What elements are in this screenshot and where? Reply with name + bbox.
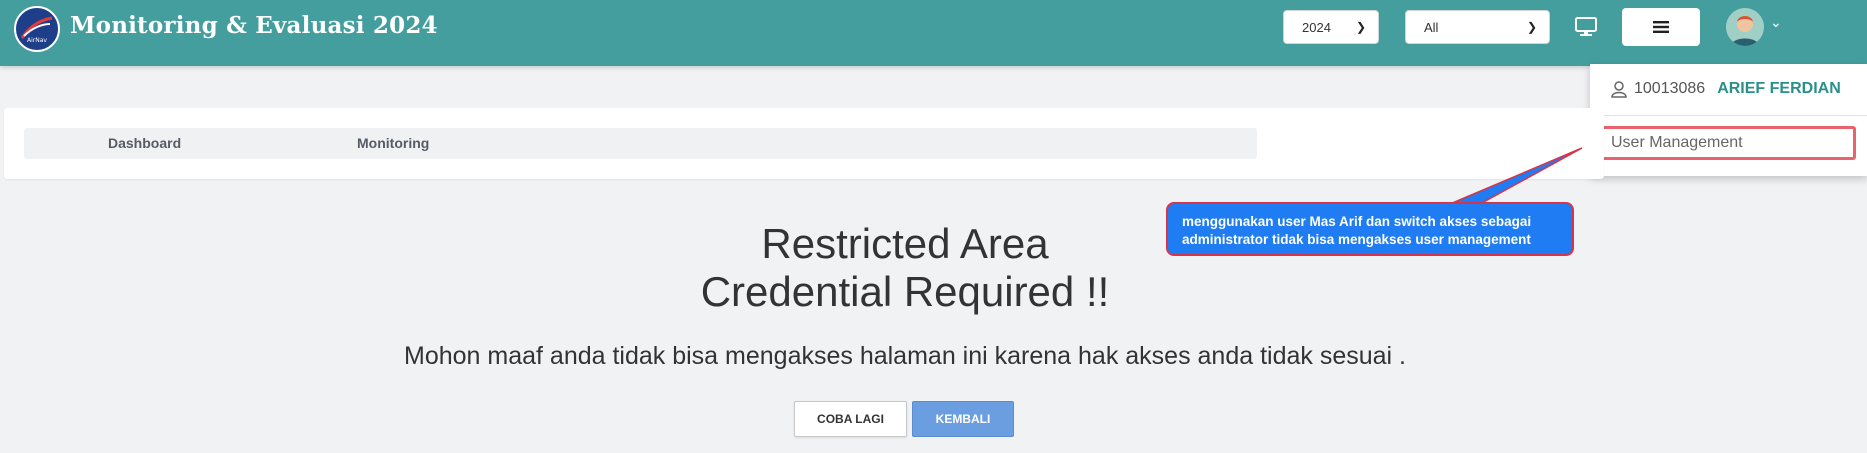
nav-dashboard[interactable]: Dashboard	[108, 135, 181, 151]
app-title: Monitoring & Evaluasi 2024	[70, 12, 438, 39]
restricted-title: Restricted Area	[761, 220, 1049, 267]
user-id: 10013086	[1634, 80, 1706, 97]
top-navbar: AirNav Monitoring & Evaluasi 2024 2024 ❯…	[0, 0, 1867, 66]
svg-text:AirNav: AirNav	[27, 37, 47, 44]
chevron-down-icon[interactable]: ⌄	[1770, 14, 1782, 31]
year-select[interactable]: 2024 ❯	[1283, 10, 1379, 44]
access-denied-message: Mohon maaf anda tidak bisa mengakses hal…	[404, 342, 1406, 370]
user-dropdown: 10013086 ARIEF FERDIAN User Management	[1590, 64, 1867, 176]
back-button[interactable]: KEMBALI	[912, 401, 1014, 437]
logo-icon[interactable]: AirNav	[14, 6, 60, 52]
chevron-down-icon: ❯	[1526, 20, 1537, 34]
menu-item-user-management[interactable]: User Management	[1593, 126, 1856, 160]
filter-select-value: All	[1424, 19, 1439, 35]
credential-title: Credential Required !!	[700, 268, 1110, 315]
user-name: ARIEF FERDIAN	[1717, 80, 1841, 97]
nav-tabs: Dashboard Monitoring	[24, 128, 1257, 159]
dropdown-user-info: 10013086 ARIEF FERDIAN	[1610, 69, 1841, 109]
monitor-icon[interactable]	[1570, 12, 1602, 42]
divider	[1590, 115, 1867, 116]
hamburger-menu-button[interactable]	[1622, 8, 1700, 46]
user-outline-icon	[1611, 81, 1627, 98]
year-select-value: 2024	[1302, 19, 1331, 35]
retry-button[interactable]: COBA LAGI	[794, 401, 907, 437]
avatar-icon[interactable]	[1726, 8, 1764, 46]
nav-monitoring[interactable]: Monitoring	[357, 135, 429, 151]
filter-select[interactable]: All ❯	[1405, 10, 1550, 44]
nav-card: Dashboard Monitoring	[4, 108, 1604, 179]
chevron-down-icon: ❯	[1355, 20, 1366, 34]
hamburger-menu-icon	[1653, 21, 1669, 33]
